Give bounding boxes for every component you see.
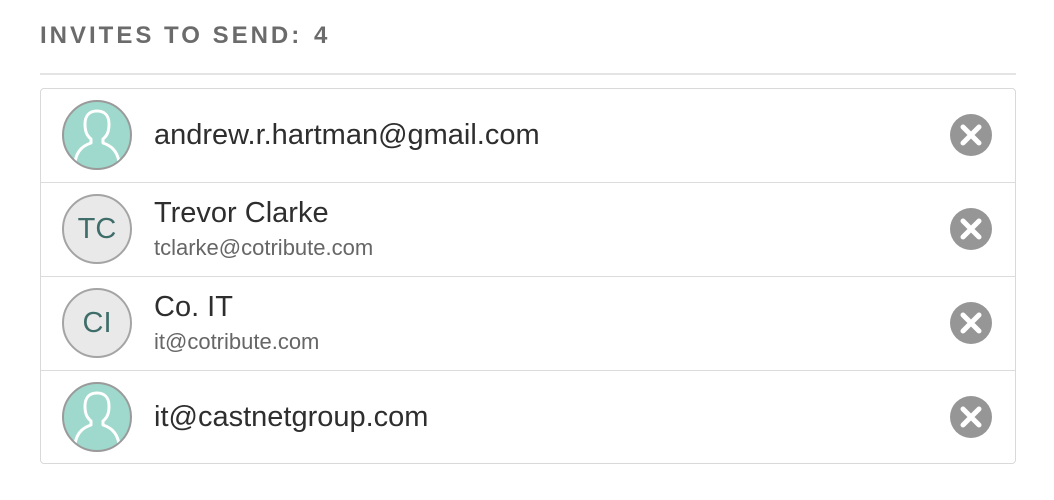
invite-name: Co. IT — [154, 291, 233, 323]
avatar — [62, 100, 132, 170]
remove-invite-button[interactable] — [950, 208, 992, 250]
invites-label: INVITES TO SEND: — [40, 22, 303, 49]
close-icon — [960, 124, 982, 146]
list-item: andrew.r.hartman@gmail.com — [41, 89, 1015, 183]
divider — [40, 73, 1016, 75]
page-title: INVITES TO SEND: 4 — [40, 20, 330, 52]
user-silhouette-icon — [73, 391, 121, 446]
remove-invite-button[interactable] — [950, 396, 992, 438]
invite-email: andrew.r.hartman@gmail.com — [154, 119, 540, 151]
avatar — [62, 382, 132, 452]
remove-invite-button[interactable] — [950, 114, 992, 156]
avatar: TC — [62, 194, 132, 264]
invite-email: it@cotribute.com — [154, 329, 320, 354]
close-icon — [960, 312, 982, 334]
invite-email: tclarke@cotribute.com — [154, 235, 374, 260]
invite-name: Trevor Clarke — [154, 197, 329, 229]
avatar: CI — [62, 288, 132, 358]
list-item: it@castnetgroup.com — [41, 371, 1015, 463]
close-icon — [960, 406, 982, 428]
user-silhouette-icon — [73, 109, 121, 164]
close-icon — [960, 218, 982, 240]
remove-invite-button[interactable] — [950, 302, 992, 344]
invite-list: andrew.r.hartman@gmail.com TC Trevor Cla… — [40, 88, 1016, 464]
invites-count: 4 — [313, 22, 331, 49]
list-item: TC Trevor Clarke tclarke@cotribute.com — [41, 183, 1015, 277]
list-item: CI Co. IT it@cotribute.com — [41, 277, 1015, 371]
invite-email: it@castnetgroup.com — [154, 401, 429, 433]
